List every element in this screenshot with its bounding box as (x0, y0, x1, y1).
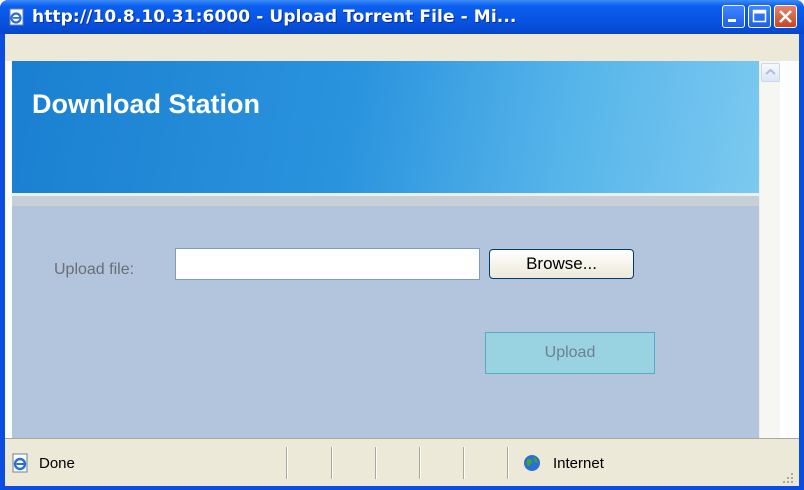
ie-page-icon (12, 453, 28, 473)
status-divider (419, 447, 420, 479)
banner-bottom-bar (12, 196, 759, 206)
maximize-icon (752, 9, 767, 23)
close-icon (779, 10, 792, 23)
upload-button[interactable]: Upload (485, 332, 655, 374)
resize-grip-icon[interactable] (781, 471, 795, 485)
header-banner: Download Station (12, 61, 759, 193)
status-bar: Done Internet (5, 438, 799, 486)
maximize-button[interactable] (748, 5, 771, 28)
window-title: http://10.8.10.31:6000 - Upload Torrent … (32, 7, 517, 27)
vertical-scrollbar[interactable] (759, 61, 780, 463)
chevron-up-icon (765, 68, 776, 75)
close-button[interactable] (774, 5, 797, 28)
minimize-button[interactable] (722, 5, 745, 28)
minimize-icon (728, 19, 736, 22)
status-divider (331, 447, 332, 479)
page-title: Download Station (32, 89, 260, 119)
title-bar[interactable]: http://10.8.10.31:6000 - Upload Torrent … (0, 0, 804, 34)
browse-button[interactable]: Browse... (489, 249, 634, 279)
status-divider (507, 447, 508, 479)
globe-icon (524, 455, 540, 471)
window-client-area: Download Station Upload file: Browse... … (5, 34, 799, 486)
page-viewport: Download Station Upload file: Browse... … (12, 61, 759, 463)
status-divider (375, 447, 376, 479)
browser-popup-window: http://10.8.10.31:6000 - Upload Torrent … (0, 0, 804, 490)
security-zone-text: Internet (553, 455, 604, 472)
upload-file-input[interactable] (175, 248, 480, 280)
ie-document-icon (9, 8, 24, 26)
scroll-up-button[interactable] (761, 63, 780, 82)
upload-file-label: Upload file: (54, 261, 135, 278)
status-divider (463, 447, 464, 479)
status-text: Done (39, 455, 75, 472)
status-divider (286, 447, 287, 479)
